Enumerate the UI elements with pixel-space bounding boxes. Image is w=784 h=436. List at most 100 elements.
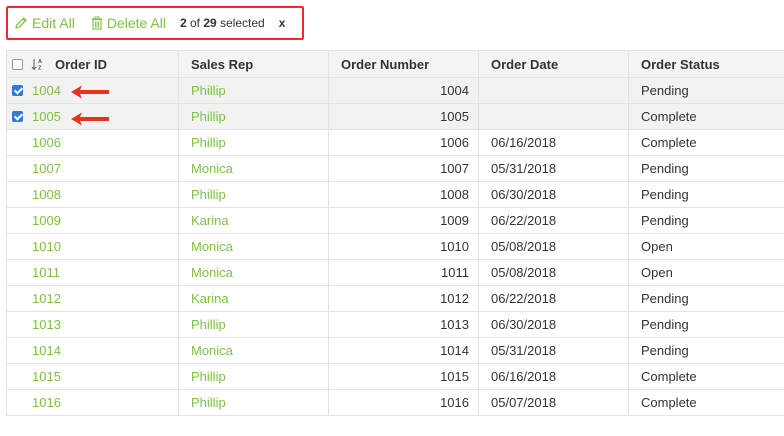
column-header-order-status[interactable]: Order Status bbox=[628, 50, 784, 78]
sales-rep-link[interactable]: Phillip bbox=[191, 135, 226, 150]
cell-order-number: 1008 bbox=[328, 181, 479, 208]
sales-rep-link[interactable]: Karina bbox=[191, 213, 229, 228]
cell-sales-rep: Karina bbox=[178, 207, 329, 234]
sales-rep-link[interactable]: Phillip bbox=[191, 187, 226, 202]
table-row[interactable]: 1014 Monica 1014 05/31/2018 Pending bbox=[6, 337, 784, 364]
column-header-order-date[interactable]: Order Date bbox=[478, 50, 629, 78]
cell-order-date bbox=[478, 77, 629, 104]
table-header-row: A Z Order ID Sales Rep Order Number Orde… bbox=[6, 50, 784, 78]
selection-count: 2 of 29 selected bbox=[179, 16, 265, 30]
cell-sales-rep: Phillip bbox=[178, 311, 329, 338]
cell-order-number: 1015 bbox=[328, 363, 479, 390]
cell-order-number: 1009 bbox=[328, 207, 479, 234]
order-id-link[interactable]: 1005 bbox=[32, 109, 61, 124]
cell-order-number: 1014 bbox=[328, 337, 479, 364]
svg-text:Z: Z bbox=[38, 66, 42, 72]
table-row[interactable]: 1010 Monica 1010 05/08/2018 Open bbox=[6, 233, 784, 260]
cell-order-date: 05/07/2018 bbox=[478, 389, 629, 416]
cell-order-number: 1005 bbox=[328, 103, 479, 130]
cell-order-number: 1004 bbox=[328, 77, 479, 104]
bulk-action-toolbar: Edit All Delete All 2 of 29 selected x bbox=[6, 6, 304, 40]
cell-order-date: 06/22/2018 bbox=[478, 285, 629, 312]
table-row[interactable]: 1015 Phillip 1015 06/16/2018 Complete bbox=[6, 363, 784, 390]
table-row[interactable]: 1007 Monica 1007 05/31/2018 Pending bbox=[6, 155, 784, 182]
sort-az-icon[interactable]: A Z bbox=[31, 57, 49, 71]
order-id-link[interactable]: 1007 bbox=[32, 161, 61, 176]
cell-order-status: Pending bbox=[628, 285, 784, 312]
cell-order-status: Pending bbox=[628, 337, 784, 364]
row-checkbox[interactable] bbox=[11, 85, 23, 96]
column-header-label: Order ID bbox=[55, 56, 108, 72]
table-row[interactable]: 1008 Phillip 1008 06/30/2018 Pending bbox=[6, 181, 784, 208]
sales-rep-link[interactable]: Phillip bbox=[191, 369, 226, 384]
row-checkbox[interactable] bbox=[11, 111, 23, 122]
cell-sales-rep: Phillip bbox=[178, 389, 329, 416]
cell-order-status: Open bbox=[628, 259, 784, 286]
sales-rep-link[interactable]: Phillip bbox=[191, 83, 226, 98]
sales-rep-link[interactable]: Monica bbox=[191, 239, 233, 254]
table-row[interactable]: 1004 Phillip 1004 Pending bbox=[6, 77, 784, 104]
table-row[interactable]: 1012 Karina 1012 06/22/2018 Pending bbox=[6, 285, 784, 312]
cell-order-status: Complete bbox=[628, 389, 784, 416]
cell-order-status: Open bbox=[628, 233, 784, 260]
cell-order-number: 1010 bbox=[328, 233, 479, 260]
trash-icon bbox=[91, 16, 103, 30]
delete-all-button[interactable]: Delete All bbox=[91, 15, 166, 31]
order-id-link[interactable]: 1004 bbox=[32, 83, 61, 98]
order-id-link[interactable]: 1016 bbox=[32, 395, 61, 410]
order-id-link[interactable]: 1015 bbox=[32, 369, 61, 384]
order-id-link[interactable]: 1013 bbox=[32, 317, 61, 332]
sales-rep-link[interactable]: Phillip bbox=[191, 109, 226, 124]
order-id-link[interactable]: 1008 bbox=[32, 187, 61, 202]
edit-all-label: Edit All bbox=[32, 15, 75, 31]
cell-order-id: 1016 bbox=[6, 389, 179, 416]
sales-rep-link[interactable]: Karina bbox=[191, 291, 229, 306]
cell-order-id: 1010 bbox=[6, 233, 179, 260]
cell-order-status: Pending bbox=[628, 155, 784, 182]
order-id-link[interactable]: 1009 bbox=[32, 213, 61, 228]
cell-order-number: 1016 bbox=[328, 389, 479, 416]
sales-rep-link[interactable]: Monica bbox=[191, 161, 233, 176]
order-id-link[interactable]: 1010 bbox=[32, 239, 61, 254]
cell-order-id: 1006 bbox=[6, 129, 179, 156]
cell-order-date: 06/30/2018 bbox=[478, 311, 629, 338]
cell-order-number: 1013 bbox=[328, 311, 479, 338]
edit-all-button[interactable]: Edit All bbox=[14, 15, 75, 31]
sales-rep-link[interactable]: Phillip bbox=[191, 395, 226, 410]
sales-rep-link[interactable]: Monica bbox=[191, 265, 233, 280]
cell-order-status: Complete bbox=[628, 103, 784, 130]
cell-order-status: Complete bbox=[628, 363, 784, 390]
cell-sales-rep: Karina bbox=[178, 285, 329, 312]
select-all-checkbox[interactable] bbox=[11, 58, 23, 70]
cell-sales-rep: Phillip bbox=[178, 181, 329, 208]
column-header-sales-rep[interactable]: Sales Rep bbox=[178, 50, 329, 78]
order-id-link[interactable]: 1011 bbox=[32, 265, 60, 280]
cell-order-status: Pending bbox=[628, 181, 784, 208]
sales-rep-link[interactable]: Phillip bbox=[191, 317, 226, 332]
table-row[interactable]: 1006 Phillip 1006 06/16/2018 Complete bbox=[6, 129, 784, 156]
cell-sales-rep: Monica bbox=[178, 259, 329, 286]
column-header-order-number[interactable]: Order Number bbox=[328, 50, 479, 78]
table-row[interactable]: 1005 Phillip 1005 Complete bbox=[6, 103, 784, 130]
sales-rep-link[interactable]: Monica bbox=[191, 343, 233, 358]
order-id-link[interactable]: 1006 bbox=[32, 135, 61, 150]
cell-order-status: Pending bbox=[628, 311, 784, 338]
table-row[interactable]: 1016 Phillip 1016 05/07/2018 Complete bbox=[6, 389, 784, 416]
order-id-link[interactable]: 1014 bbox=[32, 343, 61, 358]
cell-order-id: 1011 bbox=[6, 259, 179, 286]
cell-order-id: 1009 bbox=[6, 207, 179, 234]
column-header-order-id[interactable]: A Z Order ID bbox=[6, 50, 179, 78]
cell-order-id: 1015 bbox=[6, 363, 179, 390]
clear-selection-button[interactable]: x bbox=[279, 16, 286, 30]
order-id-link[interactable]: 1012 bbox=[32, 291, 61, 306]
delete-all-label: Delete All bbox=[106, 15, 166, 31]
orders-table: A Z Order ID Sales Rep Order Number Orde… bbox=[6, 50, 784, 416]
cell-order-date: 06/22/2018 bbox=[478, 207, 629, 234]
table-row[interactable]: 1009 Karina 1009 06/22/2018 Pending bbox=[6, 207, 784, 234]
cell-order-number: 1011 bbox=[328, 259, 479, 286]
cell-order-date: 06/30/2018 bbox=[478, 181, 629, 208]
cell-order-date: 06/16/2018 bbox=[478, 363, 629, 390]
table-row[interactable]: 1013 Phillip 1013 06/30/2018 Pending bbox=[6, 311, 784, 338]
cell-sales-rep: Monica bbox=[178, 155, 329, 182]
table-row[interactable]: 1011 Monica 1011 05/08/2018 Open bbox=[6, 259, 784, 286]
